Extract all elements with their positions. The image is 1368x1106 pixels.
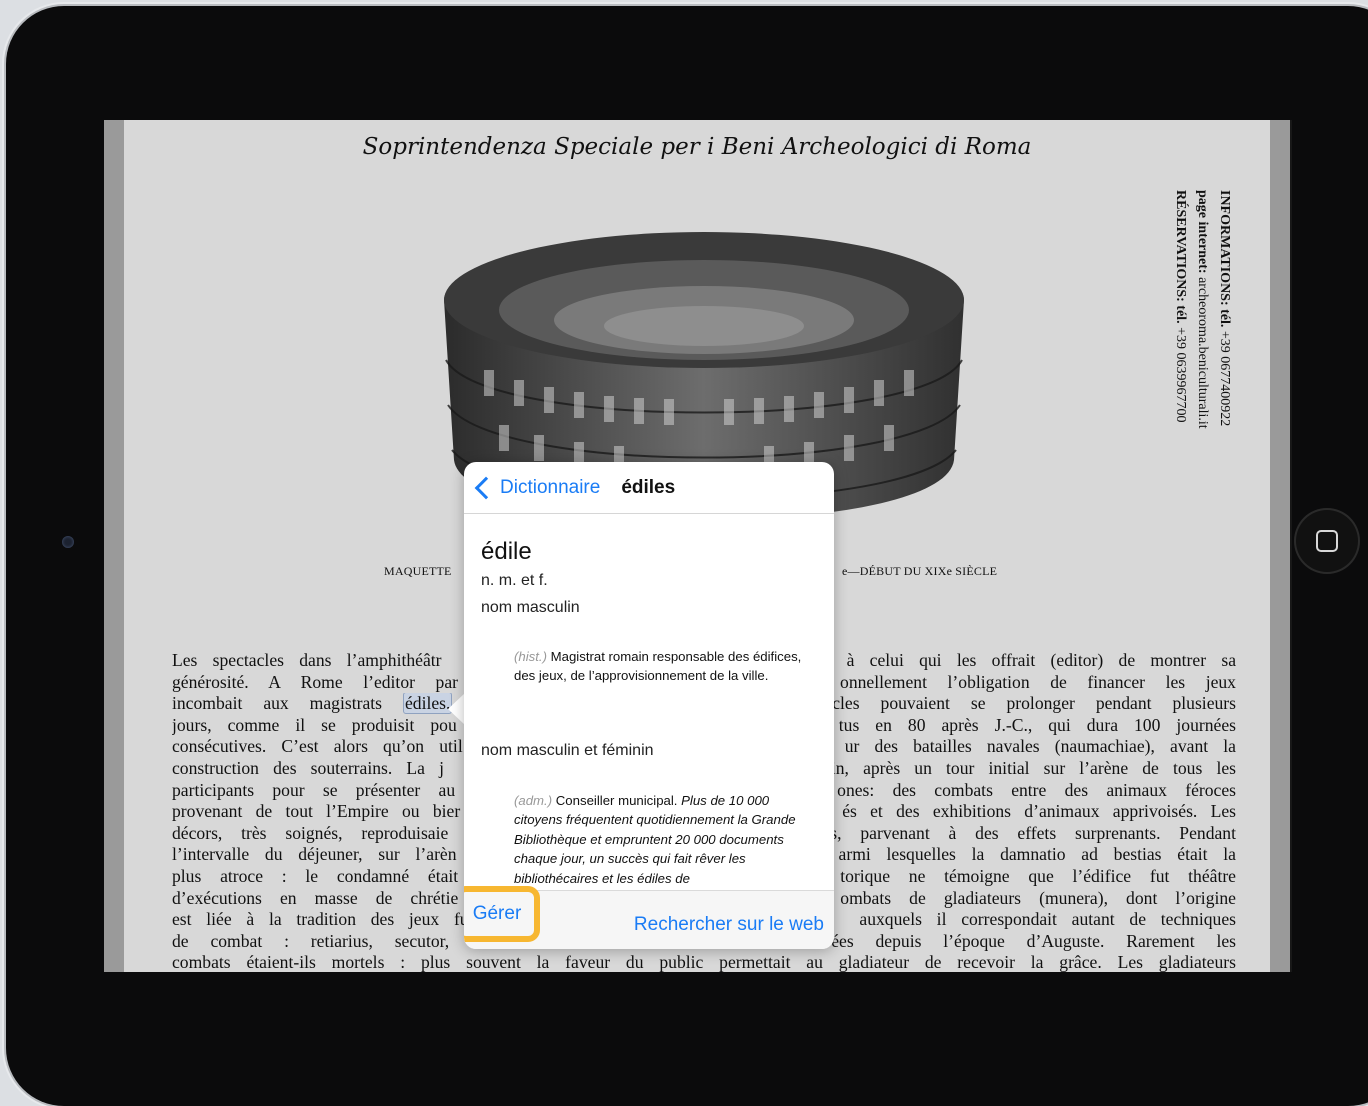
definition-1: (hist.) Magistrat romain responsable des… <box>514 649 802 683</box>
definition-2: (adm.) Conseiller municipal. Plus de 10 … <box>514 793 796 886</box>
popover-title: édiles <box>621 476 676 498</box>
popover-arrow <box>448 693 465 725</box>
definition-content[interactable]: édile n. m. et f. nom masculin (hist.) M… <box>464 514 834 890</box>
dictionary-popover: Dictionnaire édiles édile n. m. et f. no… <box>464 462 834 949</box>
popover-toolbar: Gérer Rechercher sur le web <box>464 886 834 949</box>
dictionary-back-button[interactable]: Dictionnaire <box>474 476 601 499</box>
section-heading: nom masculin et féminin <box>481 742 654 759</box>
info-block: INFORMATIONS: tél. +39 0677400922 page i… <box>1146 190 1246 490</box>
info-line-2: page internet: archeoroma.beniculturali.… <box>1195 190 1210 429</box>
manage-button[interactable]: Gérer <box>464 886 540 942</box>
home-square-icon <box>1316 530 1338 552</box>
headword: édile <box>481 538 532 565</box>
back-button-label: Dictionnaire <box>500 476 601 498</box>
grammar-label: n. m. et f. <box>481 572 548 589</box>
image-caption-right: e—DÉBUT DU XIXe SIÈCLE <box>842 564 998 578</box>
info-line-3: RÉSERVATIONS: tél. +39 0639967700 <box>1173 190 1188 423</box>
page-header: Soprintendenza Speciale per i Beni Arche… <box>362 134 1032 160</box>
home-button[interactable] <box>1294 508 1360 574</box>
page-edge-left <box>104 120 124 972</box>
popover-navbar: Dictionnaire édiles <box>464 462 834 514</box>
front-camera <box>62 536 74 548</box>
section-heading: nom masculin <box>481 599 580 616</box>
info-line-1: INFORMATIONS: tél. +39 0677400922 <box>1217 190 1232 427</box>
text-line: combats étaient-ils mortels : plus souve… <box>172 952 1236 972</box>
search-web-button[interactable]: Rechercher sur le web <box>634 914 824 936</box>
chevron-left-icon <box>474 476 498 499</box>
image-caption-left: MAQUETTE <box>384 564 452 578</box>
page-edge-right <box>1270 120 1290 972</box>
selected-word[interactable]: édiles. <box>402 693 453 715</box>
